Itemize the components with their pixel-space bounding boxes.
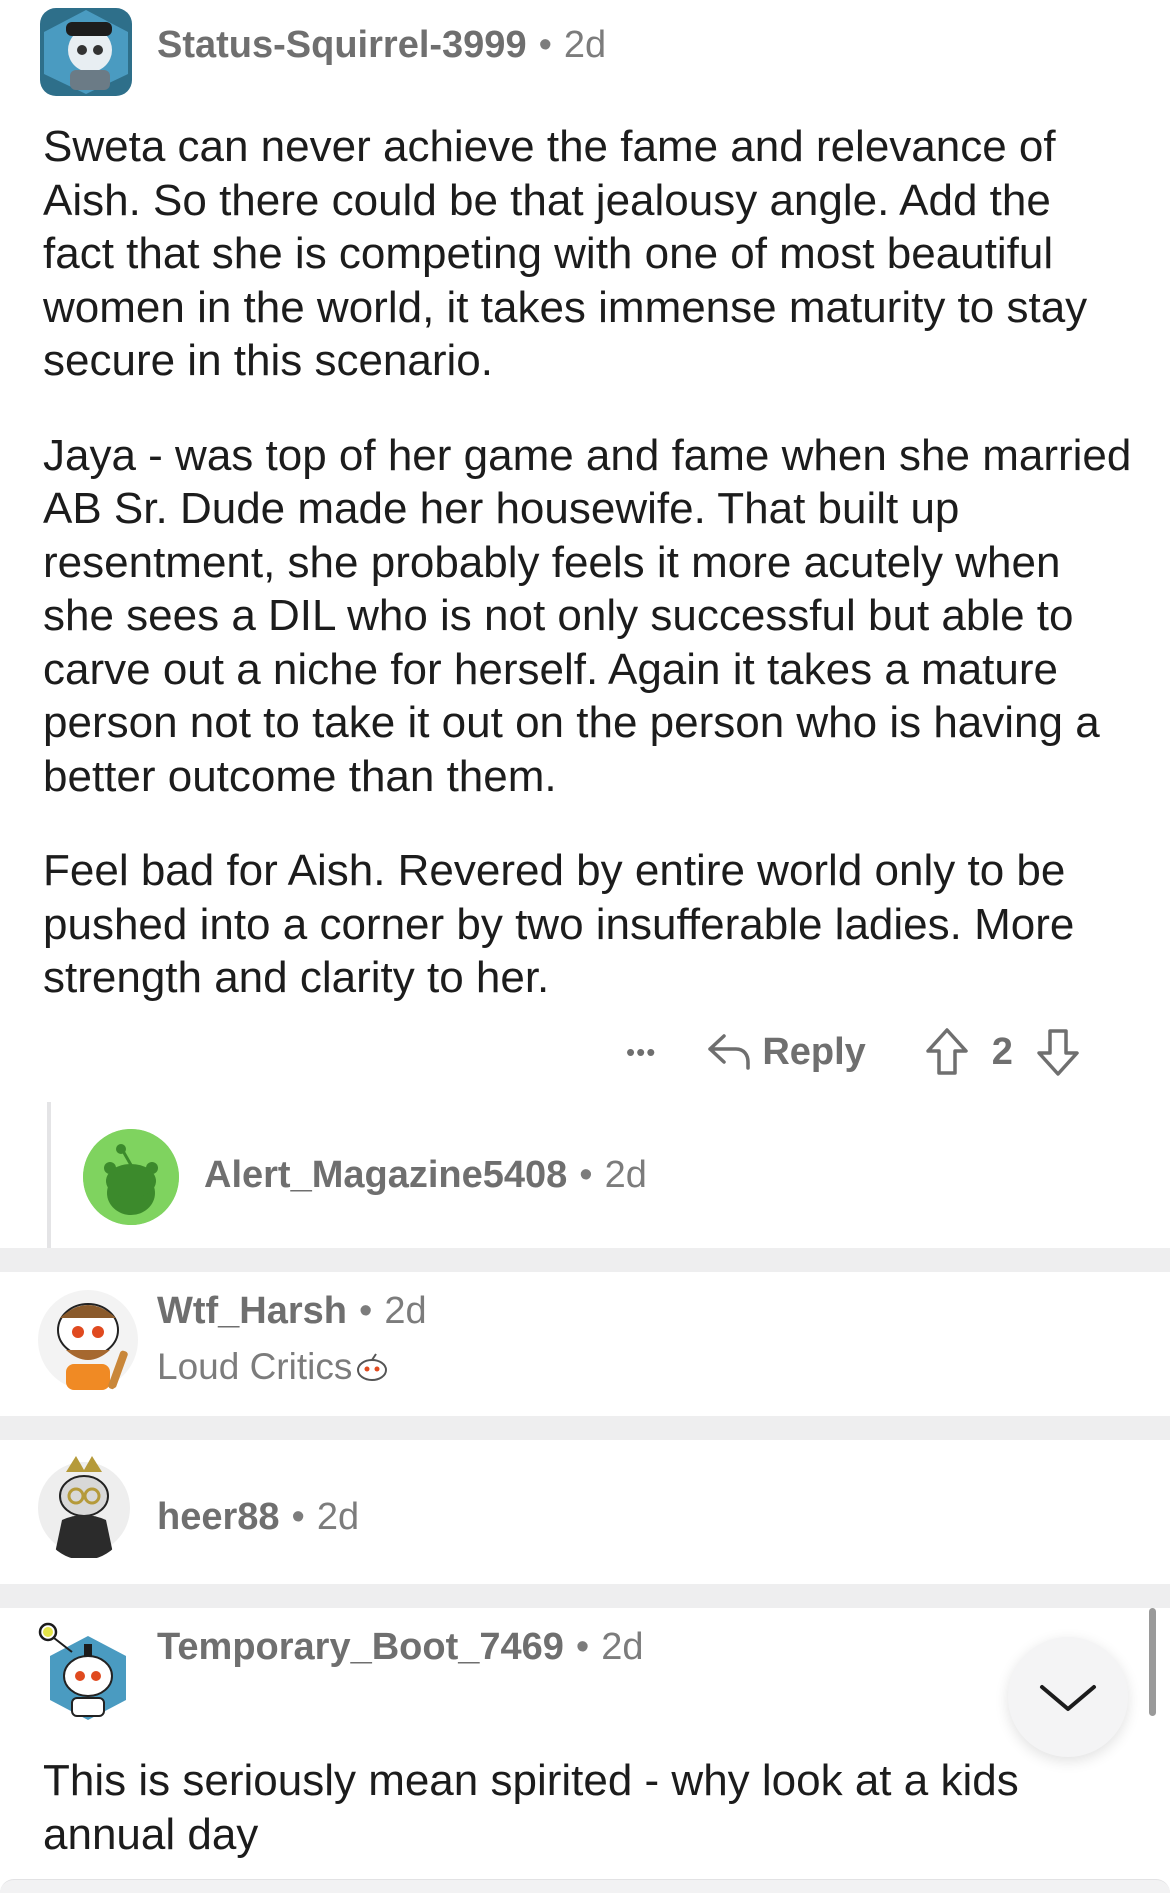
upvote-button[interactable] [924, 1027, 970, 1077]
bottom-sheet-edge [0, 1879, 1170, 1893]
separator-dot: • [579, 1154, 593, 1196]
separator-dot: • [291, 1496, 305, 1538]
comment-meta: heer88 • 2d [157, 1496, 359, 1539]
avatar[interactable] [36, 1618, 132, 1724]
username[interactable]: Status-Squirrel-3999 [157, 24, 527, 67]
comment-body: Sweta can never achieve the fame and rel… [43, 120, 1133, 1005]
comment-meta: Status-Squirrel-3999 • 2d [157, 24, 606, 67]
more-dots-icon: ••• [626, 1036, 657, 1067]
avatar-snoo-icon [44, 10, 128, 94]
comment-wtf-harsh: Wtf_Harsh • 2d Loud Critics [0, 1272, 1170, 1416]
comment-paragraph: Feel bad for Aish. Revered by entire wor… [43, 846, 1075, 1002]
avatar[interactable] [36, 1284, 140, 1396]
comment-divider [0, 1416, 1170, 1440]
separator-dot: • [575, 1626, 590, 1668]
username[interactable]: Alert_Magazine5408 [204, 1154, 567, 1197]
comment-paragraph: Jaya - was top of her game and fame when… [43, 430, 1132, 801]
comment-status-squirrel: Status-Squirrel-3999 • 2d Sweta can neve… [0, 0, 1170, 1248]
user-flair: Loud Critics [157, 1346, 390, 1388]
separator-dot: • [359, 1290, 373, 1332]
reply-arrow-icon [708, 1034, 751, 1070]
reply-label: Reply [762, 1030, 866, 1073]
avatar[interactable] [83, 1129, 179, 1225]
reply-button[interactable]: Reply [706, 1030, 866, 1074]
username[interactable]: Temporary_Boot_7469 [157, 1626, 564, 1669]
upvote-arrow-icon [926, 1028, 968, 1075]
avatar[interactable] [36, 1450, 132, 1560]
comment-actions: ••• Reply 2 [626, 1022, 1081, 1082]
separator-dot: • [538, 24, 552, 66]
more-options-button[interactable]: ••• [626, 1037, 656, 1068]
comment-meta: Temporary_Boot_7469 • 2d [157, 1626, 644, 1669]
comment-heer88: heer88 • 2d [0, 1440, 1170, 1584]
username[interactable]: Wtf_Harsh [157, 1290, 347, 1333]
scroll-down-button[interactable] [1008, 1637, 1128, 1757]
comment-age: 2d [563, 24, 607, 66]
username[interactable]: heer88 [157, 1496, 280, 1539]
comment-age: 2d [601, 1626, 644, 1668]
comment-divider [0, 1248, 1170, 1272]
downvote-button[interactable] [1035, 1027, 1081, 1077]
comment-divider [0, 1584, 1170, 1608]
snoo-emoji-icon [357, 1353, 388, 1381]
avatar-snoo-icon [38, 1456, 130, 1558]
comments-page: Status-Squirrel-3999 • 2d Sweta can neve… [0, 0, 1170, 1893]
comment-age: 2d [384, 1290, 427, 1332]
avatar-snoo-icon [38, 1622, 126, 1720]
default-snoo-icon [83, 1129, 179, 1225]
downvote-arrow-icon [1037, 1029, 1079, 1076]
comment-meta: Alert_Magazine5408 • 2d [204, 1154, 647, 1197]
comment-age: 2d [604, 1154, 647, 1196]
comment-paragraph: Sweta can never achieve the fame and rel… [43, 122, 1088, 385]
chevron-down-icon [1040, 1685, 1096, 1711]
comment-paragraph: This is seriously mean spirited - why lo… [43, 1756, 1019, 1859]
comment-meta: Wtf_Harsh • 2d [157, 1290, 427, 1333]
vote-score: 2 [991, 1030, 1013, 1073]
comment-body: This is seriously mean spirited - why lo… [43, 1754, 1083, 1861]
thread-line [47, 1102, 51, 1248]
comment-temporary-boot: Temporary_Boot_7469 • 2d This is serious… [0, 1608, 1170, 1893]
comment-age: 2d [316, 1496, 360, 1538]
scrollbar-thumb[interactable] [1149, 1608, 1156, 1716]
avatar-snoo-icon [38, 1290, 138, 1390]
flair-text: Loud Critics [157, 1346, 353, 1387]
avatar[interactable] [40, 8, 132, 96]
